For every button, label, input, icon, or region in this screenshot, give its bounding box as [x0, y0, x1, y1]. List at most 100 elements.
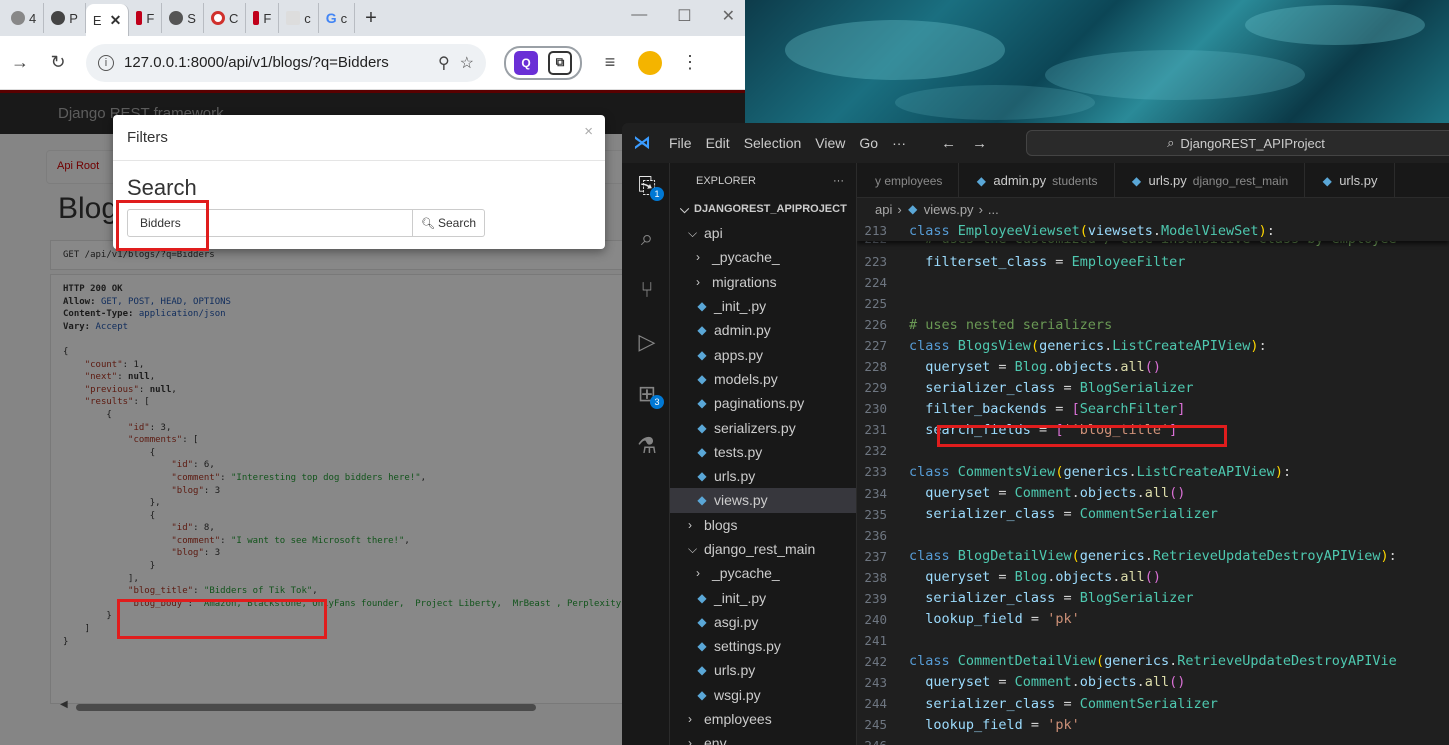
tab-folder: django_rest_main [1192, 173, 1289, 188]
project-root[interactable]: ⌵ DJANGOREST_APIPROJECT [670, 197, 856, 221]
tree-item[interactable]: ◆ asgi.py [670, 610, 856, 634]
code-editor[interactable]: 213 class EmployeeViewset(viewsets. ModelV… [857, 220, 1449, 745]
line-number: 227 [864, 338, 887, 354]
browser-tab[interactable]: P [44, 3, 86, 33]
tree-item[interactable]: ◆ settings.py [670, 634, 856, 658]
forward-icon[interactable]: → [10, 52, 30, 73]
tree-item-label: django_rest_main [704, 541, 816, 557]
puzzle-icon[interactable]: ⧉ [548, 50, 572, 75]
tree-item-label: blogs [704, 516, 738, 533]
browser-tab[interactable]: F [246, 3, 280, 33]
browser-tab[interactable]: c [279, 3, 319, 33]
editor-area: y employees ◆ admin.py students ◆ urls.py dj… [857, 163, 1449, 745]
tree-item[interactable]: ◆ wsgi.py [670, 683, 856, 707]
close-tab-icon[interactable]: ✕ [110, 12, 122, 29]
reload-icon[interactable]: ↻ [48, 52, 68, 73]
browser-tab[interactable]: F [129, 3, 163, 33]
menu-more[interactable]: ··· [885, 135, 913, 151]
menu-file[interactable]: File [662, 135, 699, 151]
breadcrumb-file[interactable]: views.py [924, 202, 974, 217]
vscode-logo-icon: ⋊ [633, 133, 651, 152]
close-window-icon[interactable]: ✕ [722, 6, 735, 26]
extension-icon[interactable]: Q [514, 50, 538, 75]
tree-item[interactable]: ◆ _init_.py [670, 585, 856, 609]
tree-item[interactable]: › blogs [670, 513, 856, 537]
breadcrumb-symbol[interactable]: ... [988, 202, 999, 217]
editor-tab[interactable]: y employees [857, 163, 960, 198]
search-icon[interactable]: ⌕ [634, 225, 660, 251]
tree-item[interactable]: ◆ paginations.py [670, 391, 856, 415]
tree-item[interactable]: › env [670, 731, 856, 745]
explorer-title: EXPLORER [696, 175, 756, 187]
editor-tab[interactable]: ◆ urls.py django_rest_main [1115, 163, 1306, 198]
editor-breadcrumb: api › ◆ views.py › ... [857, 198, 1449, 220]
zoom-icon[interactable]: ⚲ [438, 53, 450, 73]
browser-tab[interactable]: C [204, 3, 247, 33]
source-control-icon[interactable]: ⑂ [634, 277, 660, 303]
forward-icon[interactable]: → [972, 135, 987, 152]
wallpaper-wave [1045, 50, 1305, 100]
search-input[interactable] [127, 209, 413, 237]
tree-item[interactable]: › migrations [670, 270, 856, 294]
extensions-icon[interactable]: ⊞ 3 [634, 381, 664, 409]
back-icon[interactable]: ← [941, 135, 956, 152]
python-file-icon: ◆ [697, 347, 707, 362]
address-bar[interactable]: i 127.0.0.1:8000/api/v1/blogs/?q=Bidders… [86, 43, 486, 82]
command-center[interactable]: ⌕ DjangoREST_APIProject [1026, 130, 1449, 156]
menu-view[interactable]: View [808, 135, 852, 151]
tree-item[interactable]: › _pycache_ [670, 561, 856, 585]
browser-tab[interactable]: S [162, 3, 204, 33]
menu-selection[interactable]: Selection [737, 135, 809, 151]
tree-item[interactable]: › employees [670, 707, 856, 731]
line-number: 224 [864, 275, 887, 291]
tree-item-label: _init_.py [714, 589, 767, 606]
info-icon[interactable]: i [98, 54, 114, 71]
editor-tab[interactable]: ◆ urls.py [1305, 163, 1395, 198]
line-number: 235 [864, 506, 887, 522]
explorer-more-icon[interactable]: ··· [833, 175, 844, 197]
tab-favicon [136, 11, 143, 25]
line-number: 240 [864, 611, 887, 627]
browser-tab-active[interactable]: E ✕ [85, 4, 130, 36]
run-debug-icon[interactable]: ▷ [634, 329, 660, 355]
close-icon[interactable]: × [584, 123, 593, 140]
search-button[interactable]: 🔍︎ Search [413, 209, 485, 237]
tree-item[interactable]: ◆ urls.py [670, 658, 856, 682]
tab-favicon [11, 11, 25, 25]
testing-flask-icon[interactable]: ⚗ [634, 433, 660, 459]
explorer-icon[interactable]: ⎘ 1 [634, 173, 664, 201]
tree-item[interactable]: › _pycache_ [670, 245, 856, 269]
tree-item-label: _init_.py [714, 298, 767, 315]
tree-item[interactable]: ◆ urls.py [670, 464, 856, 488]
tree-item[interactable]: ⌵ django_rest_main [670, 537, 856, 561]
search-icon: ⌕ [1167, 135, 1175, 150]
tree-item-label: migrations [712, 273, 777, 290]
tree-item[interactable]: ◆ apps.py [670, 342, 856, 366]
browser-tab[interactable]: Gc [319, 3, 356, 33]
tree-item-label: asgi.py [714, 613, 759, 630]
tree-item[interactable]: ◆ views.py [670, 488, 856, 513]
minimize-icon[interactable]: — [631, 6, 647, 26]
line-number: 222 [857, 241, 909, 246]
avatar[interactable] [638, 50, 662, 75]
browser-tab[interactable]: 4 [4, 3, 45, 33]
menu-edit[interactable]: Edit [699, 135, 737, 151]
reading-list-icon[interactable]: ≡ [600, 52, 620, 73]
tab-favicon [210, 11, 225, 25]
breadcrumb-folder[interactable]: api [875, 202, 892, 217]
tree-item[interactable]: ⌵ api [670, 221, 856, 245]
tree-item[interactable]: ◆ _init_.py [670, 294, 856, 318]
wallpaper-wave [895, 85, 1095, 120]
new-tab-button[interactable]: + [355, 7, 387, 30]
tree-item[interactable]: ◆ tests.py [670, 440, 856, 464]
python-file-icon: ◆ [697, 323, 707, 338]
tree-item[interactable]: ◆ models.py [670, 367, 856, 391]
sticky-scroll[interactable]: 213 class EmployeeViewset(viewsets. ModelV… [857, 220, 1449, 241]
tree-item[interactable]: ◆ admin.py [670, 318, 856, 342]
editor-tab[interactable]: ◆ admin.py students [959, 163, 1115, 198]
bookmark-star-icon[interactable]: ☆ [460, 53, 474, 73]
maximize-icon[interactable]: ☐ [677, 6, 691, 26]
tree-item[interactable]: ◆ serializers.py [670, 415, 856, 439]
menu-go[interactable]: Go [852, 135, 885, 151]
more-menu-icon[interactable]: ⋮ [680, 52, 700, 73]
